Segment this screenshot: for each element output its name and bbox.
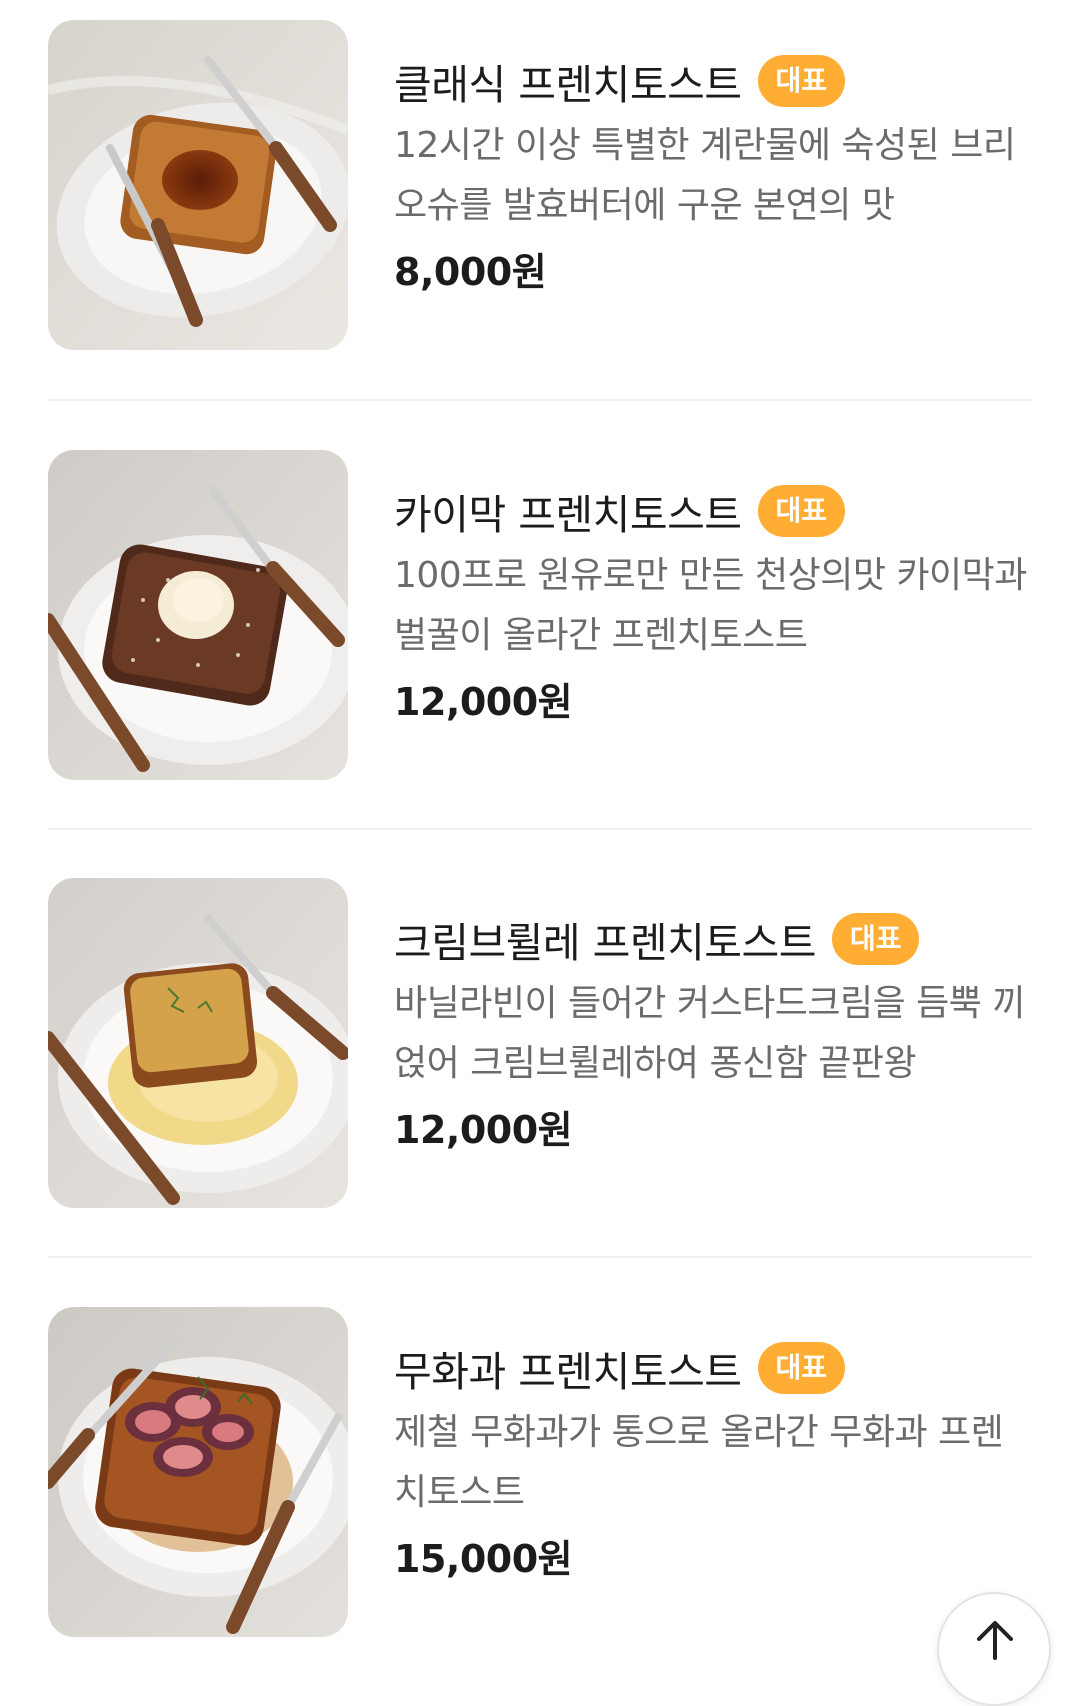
menu-item-info: 클래식 프렌치토스트 대표 12시간 이상 특별한 계란물에 숙성된 브리오슈를…	[394, 50, 1032, 304]
title-row: 클래식 프렌치토스트 대표	[394, 50, 1032, 112]
divider	[48, 828, 1032, 830]
menu-item-price: 8,000원	[394, 250, 547, 294]
menu-item-name: 크림브륄레 프렌치토스트	[394, 919, 816, 967]
title-row: 크림브륄레 프렌치토스트 대표	[394, 908, 1032, 970]
menu-item-description: 바닐라빈이 들어간 커스타드크림을 듬뿍 끼얹어 크림브륄레하여 퐁신함 끝판왕	[394, 983, 1025, 1084]
arrow-up-icon	[977, 1621, 1013, 1660]
creme-brulee-french-toast-image[interactable]	[48, 878, 348, 1208]
menu-item-name: 카이막 프렌치토스트	[394, 491, 742, 539]
signature-badge: 대표	[757, 1342, 846, 1394]
signature-badge: 대표	[757, 55, 846, 107]
menu-item-info: 카이막 프렌치토스트 대표 100프로 원유로만 만든 천상의맛 카이막과 벌꿀…	[394, 480, 1032, 734]
kaymak-french-toast-image[interactable]	[48, 450, 348, 780]
menu-item-classic-french-toast[interactable]: 클래식 프렌치토스트 대표 12시간 이상 특별한 계란물에 숙성된 브리오슈를…	[48, 20, 1032, 350]
classic-french-toast-image[interactable]	[48, 20, 348, 350]
scroll-to-top-button[interactable]	[937, 1592, 1051, 1706]
menu-item-info: 무화과 프렌치토스트 대표 제철 무화과가 통으로 올라간 무화과 프렌치토스트…	[394, 1337, 1032, 1591]
menu-item-description: 100프로 원유로만 만든 천상의맛 카이막과 벌꿀이 올라간 프렌치토스트	[394, 555, 1027, 656]
signature-badge: 대표	[757, 485, 846, 537]
menu-item-creme-brulee-french-toast[interactable]: 크림브륄레 프렌치토스트 대표 바닐라빈이 들어간 커스타드크림을 듬뿍 끼얹어…	[48, 878, 1032, 1208]
menu-item-price: 15,000원	[394, 1537, 573, 1581]
menu-item-description: 12시간 이상 특별한 계란물에 숙성된 브리오슈를 발효버터에 구운 본연의 …	[394, 125, 1016, 226]
divider	[48, 399, 1032, 401]
menu-item-name: 무화과 프렌치토스트	[394, 1348, 742, 1396]
menu-item-price: 12,000원	[394, 1108, 573, 1152]
menu-item-fig-french-toast[interactable]: 무화과 프렌치토스트 대표 제철 무화과가 통으로 올라간 무화과 프렌치토스트…	[48, 1307, 1032, 1637]
menu-item-kaymak-french-toast[interactable]: 카이막 프렌치토스트 대표 100프로 원유로만 만든 천상의맛 카이막과 벌꿀…	[48, 450, 1032, 780]
title-row: 카이막 프렌치토스트 대표	[394, 480, 1032, 542]
menu-item-price: 12,000원	[394, 680, 573, 724]
fig-french-toast-image[interactable]	[48, 1307, 348, 1637]
menu-item-description: 제철 무화과가 통으로 올라간 무화과 프렌치토스트	[394, 1412, 1004, 1513]
signature-badge: 대표	[831, 913, 920, 965]
divider	[48, 1256, 1032, 1258]
title-row: 무화과 프렌치토스트 대표	[394, 1337, 1032, 1399]
menu-item-info: 크림브륄레 프렌치토스트 대표 바닐라빈이 들어간 커스타드크림을 듬뿍 끼얹어…	[394, 908, 1032, 1162]
menu-item-name: 클래식 프렌치토스트	[394, 61, 742, 109]
